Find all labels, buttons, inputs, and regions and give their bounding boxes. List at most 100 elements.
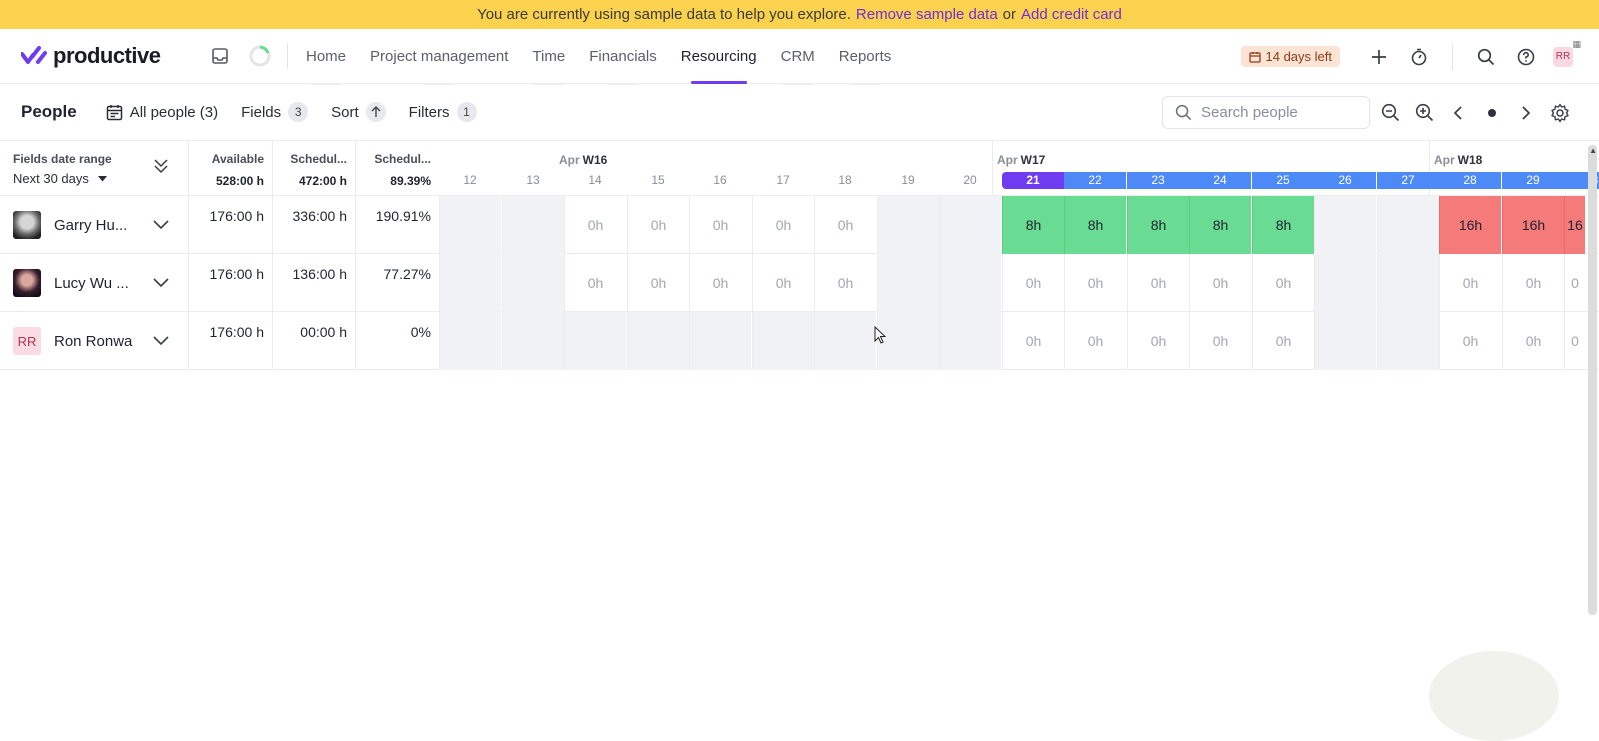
schedule-cell[interactable]: 8h bbox=[1189, 196, 1251, 254]
person-cell[interactable]: Lucy Wu ... bbox=[13, 254, 129, 312]
scroll-up-arrow-icon[interactable]: ▲ bbox=[1589, 146, 1597, 155]
schedule-cell[interactable]: 8h bbox=[1252, 196, 1314, 254]
schedule-cell[interactable] bbox=[877, 196, 939, 254]
schedule-cell[interactable] bbox=[1314, 312, 1376, 370]
progress-icon[interactable] bbox=[247, 43, 273, 69]
schedule-cell[interactable]: 0h bbox=[689, 254, 751, 312]
schedule-cell[interactable] bbox=[752, 312, 814, 370]
schedule-cell[interactable]: 0h bbox=[1064, 312, 1126, 370]
chevron-left-icon[interactable] bbox=[1445, 100, 1471, 126]
schedule-cell[interactable] bbox=[939, 196, 1001, 254]
schedule-cell[interactable] bbox=[1314, 196, 1376, 254]
schedule-cell[interactable] bbox=[1314, 254, 1376, 312]
nav-financials[interactable]: Financials bbox=[577, 29, 669, 84]
nav-resourcing[interactable]: Resourcing bbox=[669, 29, 769, 84]
sort-button[interactable]: Sort bbox=[331, 102, 386, 122]
schedule-cell[interactable]: 0h bbox=[564, 254, 626, 312]
zoom-out-icon[interactable] bbox=[1377, 100, 1403, 126]
user-avatar[interactable]: RR bbox=[1553, 47, 1573, 67]
schedule-cell[interactable]: 0h bbox=[752, 254, 814, 312]
schedule-cell[interactable] bbox=[877, 312, 939, 370]
search-people-input[interactable] bbox=[1201, 104, 1361, 121]
fields-button[interactable]: Fields 3 bbox=[241, 102, 308, 122]
schedule-cell[interactable] bbox=[564, 312, 626, 370]
today-dot-icon[interactable] bbox=[1479, 100, 1505, 126]
schedule-cell[interactable] bbox=[439, 196, 501, 254]
person-row[interactable]: Lucy Wu ... 176:00 h 136:00 h 77.27% 0h0… bbox=[0, 254, 1599, 312]
schedule-cell[interactable] bbox=[1377, 254, 1439, 312]
schedule-cell[interactable]: 0h bbox=[1252, 254, 1314, 312]
add-credit-card-link[interactable]: Add credit card bbox=[1021, 6, 1122, 23]
schedule-cell[interactable] bbox=[814, 312, 876, 370]
schedule-cell[interactable]: 0h bbox=[1002, 254, 1064, 312]
scheduled-percent-column-header[interactable]: Schedul... 89.39% bbox=[355, 141, 439, 196]
schedule-cell[interactable]: 0h bbox=[1502, 254, 1564, 312]
schedule-cell[interactable]: 0h bbox=[627, 254, 689, 312]
schedule-cell[interactable]: 16 bbox=[1564, 196, 1585, 254]
chevron-down-icon[interactable] bbox=[153, 333, 169, 351]
schedule-cell[interactable] bbox=[877, 254, 939, 312]
schedule-cell[interactable]: 0h bbox=[1252, 312, 1314, 370]
schedule-cell[interactable]: 0h bbox=[1189, 254, 1251, 312]
schedule-cell[interactable] bbox=[1377, 312, 1439, 370]
schedule-cell[interactable]: 0h bbox=[814, 196, 876, 254]
schedule-cell[interactable]: 0h bbox=[1502, 312, 1564, 370]
schedule-cell[interactable] bbox=[1377, 196, 1439, 254]
nav-home[interactable]: Home bbox=[294, 29, 358, 84]
schedule-cell[interactable] bbox=[939, 312, 1001, 370]
window-grid-icon[interactable]: ▦ bbox=[1572, 39, 1581, 50]
timer-icon[interactable] bbox=[1406, 44, 1432, 70]
chevron-down-icon[interactable] bbox=[153, 275, 169, 293]
vertical-scrollbar[interactable] bbox=[1588, 145, 1597, 615]
schedule-cell[interactable]: 16h bbox=[1439, 196, 1501, 254]
collapse-all-icon[interactable] bbox=[152, 157, 170, 180]
schedule-cell[interactable] bbox=[439, 312, 501, 370]
nav-reports[interactable]: Reports bbox=[827, 29, 904, 84]
schedule-cell[interactable]: 8h bbox=[1127, 196, 1189, 254]
schedule-cell[interactable] bbox=[439, 254, 501, 312]
schedule-cell[interactable]: 0h bbox=[1127, 312, 1189, 370]
nav-crm[interactable]: CRM bbox=[769, 29, 827, 84]
schedule-cell[interactable]: 0h bbox=[1439, 312, 1501, 370]
schedule-cell[interactable] bbox=[689, 312, 751, 370]
schedule-cell[interactable]: 0h bbox=[1127, 254, 1189, 312]
schedule-cell[interactable] bbox=[502, 312, 564, 370]
person-cell[interactable]: RR Ron Ronwa bbox=[13, 312, 132, 370]
schedule-cell[interactable]: 0h bbox=[1002, 312, 1064, 370]
schedule-cell[interactable]: 16h bbox=[1502, 196, 1564, 254]
trial-badge[interactable]: 14 days left bbox=[1241, 46, 1341, 67]
filters-button[interactable]: Filters 1 bbox=[409, 102, 477, 122]
person-row[interactable]: Garry Hu... 176:00 h 336:00 h 190.91% 0h… bbox=[0, 196, 1599, 254]
scheduled-hours-column-header[interactable]: Schedul... 472:00 h bbox=[272, 141, 355, 196]
schedule-cell[interactable]: 0 bbox=[1564, 312, 1585, 370]
schedule-cell[interactable]: 0h bbox=[752, 196, 814, 254]
schedule-cell[interactable]: 0h bbox=[1064, 254, 1126, 312]
schedule-cell[interactable]: 8h bbox=[1064, 196, 1126, 254]
schedule-cell[interactable] bbox=[502, 254, 564, 312]
zoom-in-icon[interactable] bbox=[1411, 100, 1437, 126]
remove-sample-data-link[interactable]: Remove sample data bbox=[856, 6, 998, 23]
chevron-right-icon[interactable] bbox=[1513, 100, 1539, 126]
nav-time[interactable]: Time bbox=[520, 29, 577, 84]
schedule-cell[interactable]: 0h bbox=[564, 196, 626, 254]
person-row[interactable]: RR Ron Ronwa 176:00 h 00:00 h 0% 0h0h0h0… bbox=[0, 312, 1599, 370]
settings-gear-icon[interactable] bbox=[1547, 100, 1573, 126]
fields-date-range[interactable]: Fields date range Next 30 days bbox=[13, 152, 112, 186]
search-people-field[interactable] bbox=[1162, 96, 1370, 129]
nav-project-management[interactable]: Project management bbox=[358, 29, 520, 84]
schedule-cell[interactable]: 0h bbox=[814, 254, 876, 312]
logo[interactable]: productive bbox=[0, 43, 200, 69]
schedule-cell[interactable] bbox=[502, 196, 564, 254]
schedule-cell[interactable]: 8h bbox=[1002, 196, 1064, 254]
person-cell[interactable]: Garry Hu... bbox=[13, 196, 127, 254]
all-people-selector[interactable]: All people (3) bbox=[106, 104, 218, 121]
search-icon[interactable] bbox=[1473, 44, 1499, 70]
schedule-cell[interactable] bbox=[627, 312, 689, 370]
inbox-icon[interactable] bbox=[207, 43, 233, 69]
schedule-cell[interactable]: 0h bbox=[1439, 254, 1501, 312]
plus-icon[interactable] bbox=[1366, 44, 1392, 70]
help-icon[interactable] bbox=[1513, 44, 1539, 70]
schedule-cell[interactable] bbox=[939, 254, 1001, 312]
schedule-cell[interactable]: 0h bbox=[689, 196, 751, 254]
schedule-cell[interactable]: 0 bbox=[1564, 254, 1585, 312]
